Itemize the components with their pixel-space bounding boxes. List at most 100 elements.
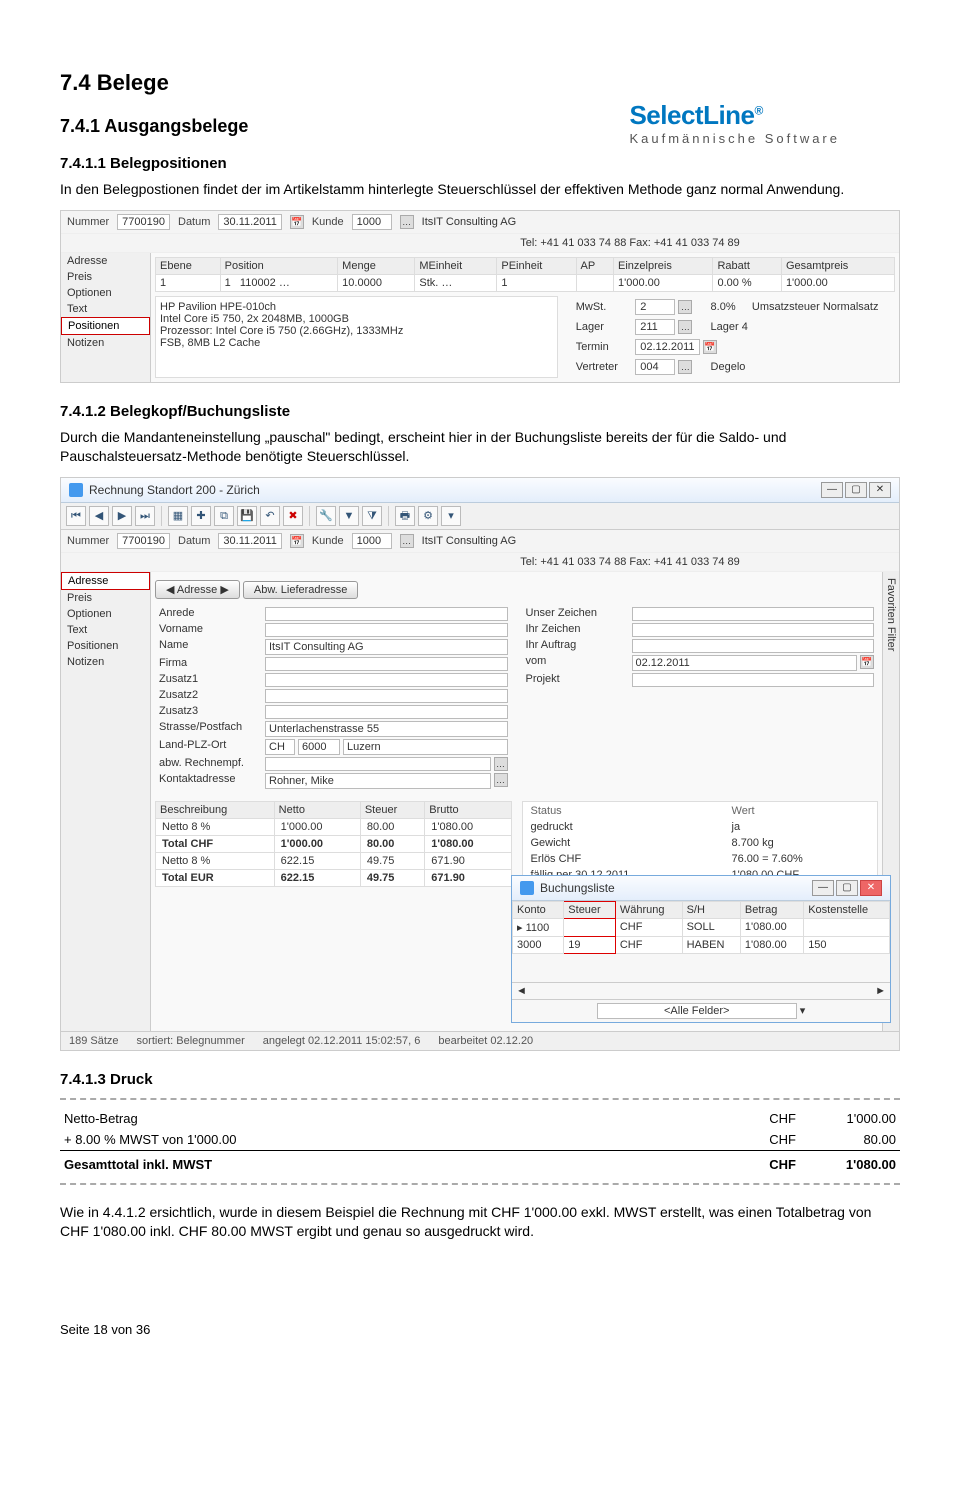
ihrauftrag-field[interactable]	[632, 639, 875, 653]
lager-field[interactable]: 211	[635, 319, 675, 335]
print-total-val: 1'080.00	[800, 1150, 900, 1175]
last-record-icon[interactable]: ⏭	[135, 506, 155, 526]
unserzeichen-field[interactable]	[632, 607, 875, 621]
name-field[interactable]: ItsIT Consulting AG	[265, 639, 508, 655]
calendar-icon[interactable]: 📅	[860, 655, 874, 669]
heading-3a: 7.4.1.1 Belegpositionen	[60, 155, 900, 172]
sidebar-item-notizen[interactable]: Notizen	[61, 654, 150, 670]
sidebar-item-preis[interactable]: Preis	[61, 590, 150, 606]
close-button[interactable]: ✕	[860, 880, 882, 896]
print-icon[interactable]: 🖶	[395, 506, 415, 526]
undo-icon[interactable]: ↶	[260, 506, 280, 526]
next-record-icon[interactable]: ▶	[112, 506, 132, 526]
calendar-icon[interactable]: 📅	[290, 215, 304, 229]
calendar-icon[interactable]: 📅	[290, 534, 304, 548]
land-field[interactable]: CH	[265, 739, 295, 755]
more-icon[interactable]: ▾	[441, 506, 461, 526]
minimize-button[interactable]: —	[812, 880, 834, 896]
ihrzeichen-field[interactable]	[632, 623, 875, 637]
termin-field[interactable]: 02.12.2011	[635, 339, 699, 355]
nummer-field[interactable]: 7700190	[117, 533, 170, 549]
minimize-button[interactable]: —	[821, 482, 843, 498]
sidebar-item-adresse[interactable]: Adresse	[61, 253, 150, 269]
scroll-right-icon[interactable]: ►	[875, 985, 886, 997]
sidebar-item-text[interactable]: Text	[61, 301, 150, 317]
vertreter-field[interactable]: 004	[635, 359, 675, 375]
kontakt-field[interactable]: Rohner, Mike	[265, 773, 491, 789]
toolbar: ⏮ ◀ ▶ ⏭ ▦ ✚ ⧉ 💾 ↶ ✖ 🔧 ▼ ⧩ 🖶 ⚙ ▾	[61, 503, 899, 530]
new-icon[interactable]: ✚	[191, 506, 211, 526]
dropdown-icon[interactable]: ▾	[800, 1005, 806, 1017]
sidebar-item-preis[interactable]: Preis	[61, 269, 150, 285]
nummer-field[interactable]: 7700190	[117, 214, 170, 230]
maximize-button[interactable]: ▢	[836, 880, 858, 896]
zusatz3-field[interactable]	[265, 705, 508, 719]
sidebar-item-adresse[interactable]: Adresse	[61, 572, 150, 590]
buchungsliste-table: Konto Steuer Währung S/H Betrag Kostenst…	[512, 901, 890, 954]
scroll-left-icon[interactable]: ◄	[516, 985, 527, 997]
filter-icon[interactable]: ▼	[339, 506, 359, 526]
projekt-label: Projekt	[526, 673, 626, 687]
lookup-icon[interactable]: …	[400, 534, 414, 548]
tool-icon[interactable]: 🔧	[316, 506, 336, 526]
table-row[interactable]: 1 1 110002 … 10.0000 Stk. … 1 1'000.00 0…	[156, 274, 895, 291]
projekt-field[interactable]	[632, 673, 875, 687]
filter-field[interactable]: <Alle Felder>	[597, 1003, 797, 1019]
funnel-icon[interactable]: ⧩	[362, 506, 382, 526]
datum-field[interactable]: 30.11.2011	[218, 214, 281, 230]
tab-adresse[interactable]: ◀ Adresse ▶	[155, 580, 240, 599]
kunde-name: ItsIT Consulting AG	[422, 535, 517, 547]
tab-lieferadresse[interactable]: Abw. Lieferadresse	[243, 581, 359, 599]
zusatz1-field[interactable]	[265, 673, 508, 687]
status-edited: bearbeitet 02.12.20	[438, 1035, 533, 1047]
sidebar-item-notizen[interactable]: Notizen	[61, 335, 150, 351]
kunde-label: Kunde	[312, 216, 344, 228]
vom-field[interactable]: 02.12.2011	[632, 655, 858, 671]
table-row[interactable]: ▸ 1100 CHF SOLL 1'080.00	[513, 918, 890, 936]
maximize-button[interactable]: ▢	[845, 482, 867, 498]
sidebar-item-positionen[interactable]: Positionen	[61, 317, 150, 335]
lookup-icon[interactable]: …	[678, 320, 692, 334]
datum-label: Datum	[178, 216, 210, 228]
vertreter-label: Vertreter	[570, 358, 628, 376]
vorname-field[interactable]	[265, 623, 508, 637]
settings-icon[interactable]: ⚙	[418, 506, 438, 526]
lookup-icon[interactable]: …	[494, 773, 508, 787]
ort-field[interactable]: Luzern	[343, 739, 508, 755]
mwst-txt: Umsatzsteuer Normalsatz	[746, 298, 893, 316]
kunde-field[interactable]: 1000	[352, 533, 392, 549]
first-record-icon[interactable]: ⏮	[66, 506, 86, 526]
anrede-field[interactable]	[265, 607, 508, 621]
kunde-field[interactable]: 1000	[352, 214, 392, 230]
col-ap: AP	[576, 257, 614, 274]
delete-icon[interactable]: ✖	[283, 506, 303, 526]
lookup-icon[interactable]: …	[494, 757, 508, 771]
mwst-field[interactable]: 2	[635, 299, 675, 315]
datum-field[interactable]: 30.11.2011	[218, 533, 281, 549]
heading-1: 7.4 Belege	[60, 70, 900, 96]
lookup-icon[interactable]: …	[678, 360, 692, 374]
sidebar-item-optionen[interactable]: Optionen	[61, 606, 150, 622]
plz-field[interactable]: 6000	[298, 739, 340, 755]
status-created: angelegt 02.12.2011 15:02:57, 6	[263, 1035, 421, 1047]
strasse-field[interactable]: Unterlachenstrasse 55	[265, 721, 508, 737]
calendar-icon[interactable]: 📅	[703, 340, 717, 354]
nummer-label: Nummer	[67, 535, 109, 547]
nav-sidebar: Adresse Preis Optionen Text Positionen N…	[61, 572, 151, 1031]
zusatz2-field[interactable]	[265, 689, 508, 703]
grid-icon[interactable]: ▦	[168, 506, 188, 526]
lookup-icon[interactable]: …	[400, 215, 414, 229]
close-button[interactable]: ✕	[869, 482, 891, 498]
buchungsliste-window: Buchungsliste — ▢ ✕ Konto Steuer Währung…	[511, 875, 891, 1023]
abw-field[interactable]	[265, 757, 491, 771]
lookup-icon[interactable]: …	[678, 300, 692, 314]
sidebar-item-optionen[interactable]: Optionen	[61, 285, 150, 301]
copy-icon[interactable]: ⧉	[214, 506, 234, 526]
table-row[interactable]: 3000 19 CHF HABEN 1'080.00 150	[513, 936, 890, 953]
sidebar-item-positionen[interactable]: Positionen	[61, 638, 150, 654]
firma-field[interactable]	[265, 657, 508, 671]
sidebar-item-text[interactable]: Text	[61, 622, 150, 638]
prev-record-icon[interactable]: ◀	[89, 506, 109, 526]
save-icon[interactable]: 💾	[237, 506, 257, 526]
print-netto-cur: CHF	[681, 1108, 800, 1129]
